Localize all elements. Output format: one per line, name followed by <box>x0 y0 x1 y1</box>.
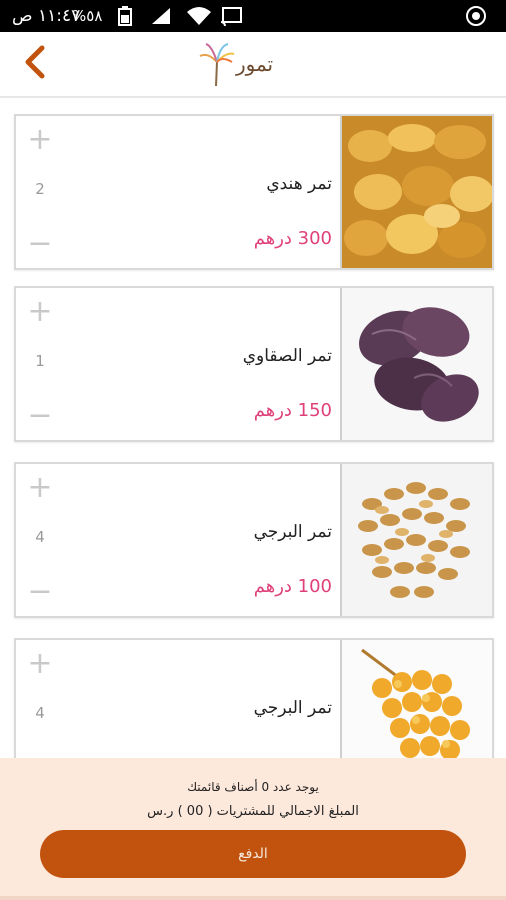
product-card: + 2 − تمر هندي 300 درهم <box>14 114 494 270</box>
cart-summary: يوجد عدد 0 أصناف قائمتك المبلغ الاجمالي … <box>0 758 506 900</box>
product-price: 150 درهم <box>253 400 332 421</box>
battery-icon <box>118 6 132 26</box>
cast-icon <box>220 7 242 26</box>
decrease-quantity-button[interactable]: − <box>16 220 64 268</box>
chevron-left-icon[interactable] <box>18 44 54 80</box>
wifi-icon <box>187 7 211 25</box>
light-dates-photo <box>340 464 492 616</box>
signal-icon <box>152 8 170 24</box>
product-name: تمر البرجي <box>253 698 332 718</box>
quantity-stepper: + 2 − <box>16 116 64 268</box>
product-card: + 1 − تمر الصقاوي 150 درهم <box>14 286 494 442</box>
golden-dates-photo <box>340 116 492 268</box>
decrease-quantity-button[interactable]: − <box>16 392 64 440</box>
product-price: 100 درهم <box>253 576 332 597</box>
quantity-value: 1 <box>35 352 45 370</box>
cart-total: المبلغ الاجمالي للمشتريات ( 00 ) ر.س <box>147 804 359 819</box>
quantity-stepper: + 1 − <box>16 288 64 440</box>
status-bar: %٥٨ ١١:٤٧ ص <box>0 0 506 32</box>
app-bar: تمور <box>0 32 506 98</box>
increase-quantity-button[interactable]: + <box>16 288 64 336</box>
increase-quantity-button[interactable]: + <box>16 640 64 688</box>
product-name: تمر الصقاوي <box>242 346 332 366</box>
app-logo-text: تمور <box>236 52 274 76</box>
decrease-quantity-button[interactable]: − <box>16 568 64 616</box>
quantity-value: 4 <box>35 528 45 546</box>
pay-button[interactable]: الدفع <box>40 830 466 878</box>
product-price: 300 درهم <box>253 228 332 249</box>
dark-dates-photo <box>340 288 492 440</box>
increase-quantity-button[interactable]: + <box>16 464 64 512</box>
footer-divider <box>0 896 506 900</box>
quantity-stepper: + 4 − <box>16 464 64 616</box>
product-card: + 4 − تمر البرجي 100 درهم <box>14 462 494 618</box>
product-name: تمر البرجي <box>253 522 332 542</box>
quantity-value: 4 <box>35 704 45 722</box>
camera-shutter-icon <box>466 6 486 26</box>
increase-quantity-button[interactable]: + <box>16 116 64 164</box>
quantity-value: 2 <box>35 180 45 198</box>
product-name: تمر هندي <box>266 174 332 194</box>
clock: ١١:٤٧ ص <box>12 6 81 26</box>
cart-items-count: يوجد عدد 0 أصناف قائمتك <box>187 780 319 794</box>
